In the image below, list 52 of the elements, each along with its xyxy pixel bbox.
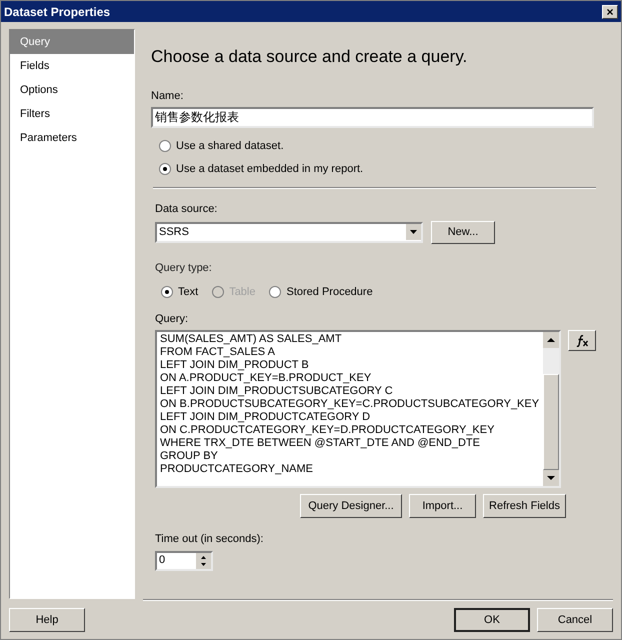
cancel-button[interactable]: Cancel (537, 608, 613, 632)
field-label: Data source: (155, 202, 218, 217)
query-line: SUM(SALES_AMT) AS SALES_AMT (160, 333, 343, 346)
window-title: Dataset Properties (4, 4, 110, 20)
expression-button[interactable] (568, 330, 596, 351)
radio-label[interactable]: Text (178, 284, 198, 300)
query-line: LEFT JOIN DIM_PRODUCTCATEGORY D (160, 411, 372, 424)
radio-label[interactable]: Use a dataset embedded in my report. (176, 160, 364, 177)
ok-button[interactable]: OK (454, 608, 530, 632)
sidebar-item[interactable]: Parameters (10, 126, 134, 150)
query-line: ON B.PRODUCTSUBCATEGORY_KEY=C.PRODUCTSUBCATEGORY_KEY (160, 398, 540, 411)
page-heading: Choose a data source and create a query. (151, 46, 468, 68)
sidebar-item[interactable]: Fields (10, 54, 134, 78)
query-line: LEFT JOIN DIM_PRODUCT B (160, 359, 310, 372)
field-label: Time out (in seconds): (155, 532, 264, 547)
radio-button[interactable] (269, 286, 282, 298)
radio-button[interactable] (161, 286, 173, 298)
query-text-area[interactable] (155, 330, 561, 488)
field-label: Query: (155, 312, 190, 326)
vertical-scrollbar[interactable] (543, 332, 559, 486)
radio-label[interactable]: Stored Procedure (286, 284, 373, 300)
scroll-up-icon[interactable] (543, 332, 559, 348)
scrollbar-thumb[interactable] (543, 374, 559, 470)
function-icon (575, 334, 589, 346)
scroll-down-icon[interactable] (543, 470, 559, 486)
query-line: ON C.PRODUCTCATEGORY_KEY=D.PRODUCTCATEGORY_KEY (160, 424, 496, 437)
radio-button[interactable] (159, 162, 171, 175)
new-button[interactable]: New... (431, 220, 495, 244)
help-button[interactable]: Help (9, 608, 85, 632)
query-line: WHERE TRX_DTE BETWEEN @START_DTE AND @END_DTE (160, 437, 481, 450)
timeout-spinner[interactable]: 0 (155, 550, 213, 570)
query-line: GROUP BY (160, 450, 219, 463)
query-action-button[interactable]: Import... (409, 494, 476, 518)
spin-up-icon[interactable] (196, 552, 211, 560)
sidebar-item[interactable]: Options (10, 78, 134, 102)
radio-button[interactable] (159, 140, 171, 152)
field-label: Query type: (155, 260, 213, 276)
radio-label[interactable]: Use a shared dataset. (176, 138, 284, 154)
query-line: FROM FACT_SALES A (160, 346, 276, 359)
query-line: PRODUCTCATEGORY_NAME (160, 463, 314, 476)
query-action-button[interactable]: Refresh Fields (483, 494, 566, 518)
timeout-value: 0 (158, 553, 166, 568)
sidebar-item[interactable]: Filters (10, 102, 134, 126)
query-line: LEFT JOIN DIM_PRODUCTSUBCATEGORY C (160, 385, 394, 398)
field-label: Name: (151, 88, 184, 104)
data-source-dropdown[interactable]: SSRS (155, 222, 423, 242)
close-button[interactable]: × (602, 4, 618, 18)
query-line: ON A.PRODUCT_KEY=B.PRODUCT_KEY (160, 372, 372, 385)
name-field[interactable]: 销售参数化报表 (151, 107, 594, 128)
data-source-value: SSRS (158, 224, 189, 240)
query-action-button[interactable]: Query Designer... (300, 494, 402, 518)
sidebar-item[interactable]: Query (10, 30, 134, 54)
